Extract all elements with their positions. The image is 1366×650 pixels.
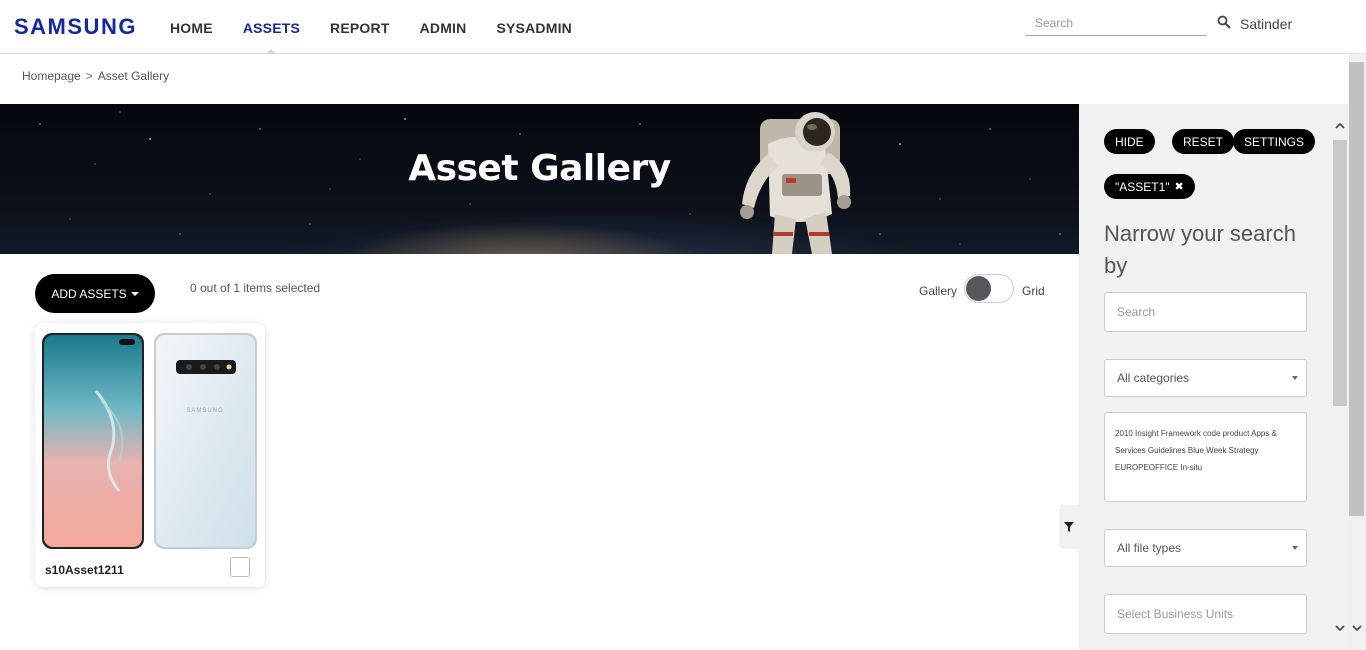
asset-name[interactable]: s10Asset1211: [45, 563, 124, 577]
main-nav: HOME ASSETS REPORT ADMIN SYSADMIN: [170, 0, 602, 54]
nav-assets[interactable]: ASSETS: [243, 0, 300, 54]
page-scrollbar-thumb[interactable]: [1349, 62, 1364, 516]
selection-count: 0 out of 1 items selected: [190, 281, 321, 295]
hide-button[interactable]: HIDE: [1104, 129, 1155, 154]
breadcrumb-separator: >: [85, 69, 93, 83]
phone-brand-mark: SAMSUNG: [186, 408, 223, 414]
samsung-logo[interactable]: SAMSUNG: [14, 14, 137, 40]
remove-filter-icon[interactable]: ✖: [1175, 180, 1184, 193]
asset-thumbnail[interactable]: SAMSUNG: [41, 331, 259, 551]
file-type-select[interactable]: All file types: [1104, 529, 1307, 567]
tag-cloud[interactable]: 2010 Insight Framework code product Apps…: [1104, 412, 1307, 502]
user-name[interactable]: Satinder: [1240, 16, 1292, 32]
dropdown-arrow-icon: [1292, 376, 1298, 380]
sidebar-scroll-down-icon[interactable]: [1334, 622, 1346, 634]
active-filter-label: "ASSET1": [1115, 179, 1170, 194]
toggle-knob: [966, 276, 991, 301]
category-select[interactable]: All categories: [1104, 359, 1307, 397]
reset-button[interactable]: RESET: [1172, 129, 1235, 154]
top-navigation-bar: SAMSUNG HOME ASSETS REPORT ADMIN SYSADMI…: [0, 0, 1366, 54]
business-units-placeholder: Select Business Units: [1117, 607, 1234, 621]
category-select-value: All categories: [1117, 371, 1190, 385]
sidebar-scrollbar-thumb[interactable]: [1333, 140, 1347, 406]
page-title: Asset Gallery: [408, 148, 671, 189]
business-units-select[interactable]: Select Business Units: [1104, 594, 1307, 634]
asset-select-checkbox[interactable]: [230, 557, 250, 577]
hero-banner: Asset Gallery: [0, 104, 1079, 254]
gallery-view-label: Gallery: [919, 284, 958, 298]
nav-admin[interactable]: ADMIN: [420, 0, 467, 54]
sidebar-scroll-up-icon[interactable]: [1334, 120, 1346, 132]
filter-sidebar: HIDE RESET SETTINGS "ASSET1" ✖ Narrow yo…: [1079, 104, 1333, 650]
view-mode-toggle[interactable]: [964, 274, 1014, 303]
nav-report[interactable]: REPORT: [330, 0, 390, 54]
nav-home[interactable]: HOME: [170, 0, 213, 54]
settings-button[interactable]: SETTINGS: [1233, 129, 1316, 154]
search-icon[interactable]: [1217, 15, 1231, 29]
global-search-input[interactable]: [1025, 11, 1207, 36]
add-assets-button[interactable]: ADD ASSETS: [35, 274, 155, 313]
page-scroll-down-icon[interactable]: [1351, 622, 1363, 634]
filter-toggle-tab[interactable]: [1059, 505, 1079, 549]
breadcrumb: Homepage > Asset Gallery: [22, 69, 169, 83]
dropdown-arrow-icon: [1292, 546, 1298, 550]
file-type-select-value: All file types: [1117, 541, 1182, 555]
asset-card[interactable]: SAMSUNG s10Asset1211: [35, 323, 265, 587]
breadcrumb-current: Asset Gallery: [97, 69, 170, 83]
active-filter-chip[interactable]: "ASSET1" ✖: [1104, 174, 1195, 199]
sidebar-search-input[interactable]: [1104, 292, 1307, 332]
breadcrumb-home-link[interactable]: Homepage: [22, 69, 81, 83]
grid-view-label: Grid: [1022, 284, 1045, 298]
narrow-search-heading: Narrow your search by: [1104, 221, 1296, 278]
add-assets-label: ADD ASSETS: [51, 286, 127, 301]
filter-icon: [1064, 522, 1074, 532]
caret-down-icon: [130, 291, 139, 296]
nav-sysadmin[interactable]: SYSADMIN: [496, 0, 572, 54]
